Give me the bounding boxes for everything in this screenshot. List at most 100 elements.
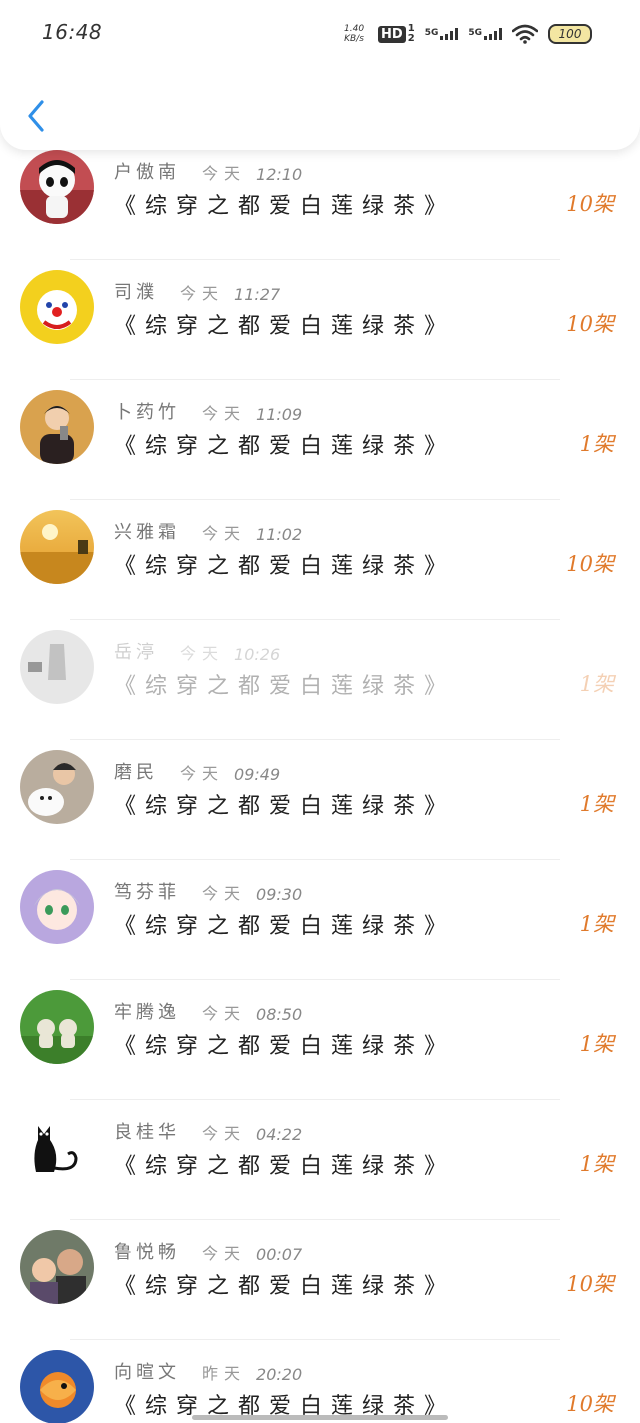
header-card: 16:48 1.40 KB/s HD 1 2 5G 5G 100 bbox=[0, 0, 640, 150]
gift-count: 1架 bbox=[579, 672, 614, 696]
book-title: 《综穿之都爱白莲绿茶》 bbox=[114, 434, 456, 459]
book-title: 《综穿之都爱白莲绿茶》 bbox=[114, 1154, 456, 1179]
sender-name: 磨民 bbox=[114, 762, 158, 783]
list-item[interactable]: 磨民 今天 09:49 《综穿之都爱白莲绿茶》 1架 bbox=[0, 740, 640, 860]
sender-name: 笃芬菲 bbox=[114, 882, 180, 903]
book-title: 《综穿之都爱白莲绿茶》 bbox=[114, 674, 456, 699]
gift-count: 1架 bbox=[579, 792, 614, 816]
sender-name: 司濮 bbox=[114, 282, 158, 303]
avatar[interactable] bbox=[20, 390, 94, 464]
item-time: 11:09 bbox=[256, 405, 303, 424]
sender-name: 牢腾逸 bbox=[114, 1002, 180, 1023]
book-title: 《综穿之都爱白莲绿茶》 bbox=[114, 794, 456, 819]
signal-5g-icon: 5G bbox=[425, 28, 459, 40]
item-meta: 司濮 今天 11:27 bbox=[114, 264, 280, 304]
book-title: 《综穿之都爱白莲绿茶》 bbox=[114, 194, 456, 219]
item-time: 09:49 bbox=[234, 765, 281, 784]
item-time: 11:27 bbox=[234, 285, 281, 304]
network-speed-value: 1.40 bbox=[344, 24, 365, 34]
item-meta: 岳渟 今天 10:26 bbox=[114, 624, 280, 664]
hd-label: HD bbox=[378, 25, 406, 43]
battery-icon: 100 bbox=[548, 24, 592, 44]
avatar[interactable] bbox=[20, 1110, 94, 1184]
sender-name: 鲁悦畅 bbox=[114, 1242, 180, 1263]
avatar[interactable] bbox=[20, 510, 94, 584]
gift-count: 10架 bbox=[566, 552, 614, 576]
list-item[interactable]: 岳渟 今天 10:26 《综穿之都爱白莲绿茶》 1架 bbox=[0, 620, 640, 740]
avatar[interactable] bbox=[20, 1230, 94, 1304]
sender-name: 兴雅霜 bbox=[114, 522, 180, 543]
sender-name: 卜药竹 bbox=[114, 402, 180, 423]
book-title: 《综穿之都爱白莲绿茶》 bbox=[114, 314, 456, 339]
list-item[interactable]: 良桂华 今天 04:22 《综穿之都爱白莲绿茶》 1架 bbox=[0, 1100, 640, 1220]
gift-count: 10架 bbox=[566, 312, 614, 336]
book-title: 《综穿之都爱白莲绿茶》 bbox=[114, 1034, 456, 1059]
book-title: 《综穿之都爱白莲绿茶》 bbox=[114, 914, 456, 939]
network-speed-unit: KB/s bbox=[344, 34, 364, 44]
item-meta: 向暄文 昨天 20:20 bbox=[114, 1344, 302, 1384]
item-meta: 磨民 今天 09:49 bbox=[114, 744, 280, 784]
item-meta: 户傲南 今天 12:10 bbox=[114, 144, 302, 184]
item-meta: 良桂华 今天 04:22 bbox=[114, 1104, 302, 1144]
back-button[interactable] bbox=[22, 96, 50, 136]
item-meta: 卜药竹 今天 11:09 bbox=[114, 384, 302, 424]
list-item[interactable]: 鲁悦畅 今天 00:07 《综穿之都爱白莲绿茶》 10架 bbox=[0, 1220, 640, 1340]
signal-label: 5G bbox=[424, 28, 439, 38]
item-time: 08:50 bbox=[256, 1005, 303, 1024]
item-day: 今天 bbox=[180, 764, 225, 783]
item-time: 20:20 bbox=[256, 1365, 303, 1384]
item-meta: 笃芬菲 今天 09:30 bbox=[114, 864, 302, 904]
avatar[interactable] bbox=[20, 150, 94, 224]
status-time: 16:48 bbox=[42, 20, 103, 44]
hd-icon: HD 1 2 bbox=[378, 24, 415, 44]
item-day: 今天 bbox=[202, 884, 247, 903]
item-time: 09:30 bbox=[256, 885, 303, 904]
list-item[interactable]: 笃芬菲 今天 09:30 《综穿之都爱白莲绿茶》 1架 bbox=[0, 860, 640, 980]
sender-name: 户傲南 bbox=[114, 162, 180, 183]
item-meta: 兴雅霜 今天 11:02 bbox=[114, 504, 302, 544]
item-day: 今天 bbox=[180, 284, 225, 303]
item-meta: 鲁悦畅 今天 00:07 bbox=[114, 1224, 302, 1264]
battery-level: 100 bbox=[558, 27, 582, 41]
hd-sub: 1 2 bbox=[408, 24, 415, 44]
avatar[interactable] bbox=[20, 270, 94, 344]
list-item[interactable]: 牢腾逸 今天 08:50 《综穿之都爱白莲绿茶》 1架 bbox=[0, 980, 640, 1100]
item-time: 00:07 bbox=[256, 1245, 303, 1264]
gift-count: 1架 bbox=[579, 1152, 614, 1176]
sender-name: 岳渟 bbox=[114, 642, 158, 663]
book-title: 《综穿之都爱白莲绿茶》 bbox=[114, 1274, 456, 1299]
item-day: 今天 bbox=[202, 1004, 247, 1023]
wifi-icon bbox=[512, 24, 538, 44]
gift-count: 1架 bbox=[579, 1032, 614, 1056]
list-item[interactable]: 卜药竹 今天 11:09 《综穿之都爱白莲绿茶》 1架 bbox=[0, 380, 640, 500]
item-day: 今天 bbox=[202, 524, 247, 543]
avatar[interactable] bbox=[20, 1350, 94, 1423]
list-item[interactable]: 向暄文 昨天 20:20 《综穿之都爱白莲绿茶》 10架 bbox=[0, 1340, 640, 1423]
book-title: 《综穿之都爱白莲绿茶》 bbox=[114, 554, 456, 579]
chevron-left-icon bbox=[28, 100, 44, 132]
item-meta: 牢腾逸 今天 08:50 bbox=[114, 984, 302, 1024]
network-speed: 1.40 KB/s bbox=[344, 24, 364, 44]
avatar[interactable] bbox=[20, 870, 94, 944]
avatar[interactable] bbox=[20, 630, 94, 704]
avatar[interactable] bbox=[20, 750, 94, 824]
item-time: 10:26 bbox=[234, 645, 281, 664]
signal-label-2: 5G bbox=[468, 28, 482, 38]
gift-count: 1架 bbox=[579, 432, 614, 456]
item-time: 11:02 bbox=[256, 525, 303, 544]
list-item[interactable]: 兴雅霜 今天 11:02 《综穿之都爱白莲绿茶》 10架 bbox=[0, 500, 640, 620]
item-time: 04:22 bbox=[256, 1125, 303, 1144]
avatar[interactable] bbox=[20, 990, 94, 1064]
hd-sub-bottom: 2 bbox=[407, 33, 415, 44]
item-day: 今天 bbox=[180, 644, 225, 663]
gift-count: 10架 bbox=[566, 1272, 614, 1296]
gift-count: 10架 bbox=[566, 1392, 614, 1416]
list-item[interactable]: 户傲南 今天 12:10 《综穿之都爱白莲绿茶》 10架 bbox=[0, 140, 640, 260]
item-day: 昨天 bbox=[202, 1364, 247, 1383]
item-day: 今天 bbox=[202, 1244, 247, 1263]
home-indicator[interactable] bbox=[192, 1415, 448, 1420]
item-time: 12:10 bbox=[256, 165, 303, 184]
list-item[interactable]: 司濮 今天 11:27 《综穿之都爱白莲绿茶》 10架 bbox=[0, 260, 640, 380]
sender-name: 良桂华 bbox=[114, 1122, 180, 1143]
item-day: 今天 bbox=[202, 1124, 247, 1143]
